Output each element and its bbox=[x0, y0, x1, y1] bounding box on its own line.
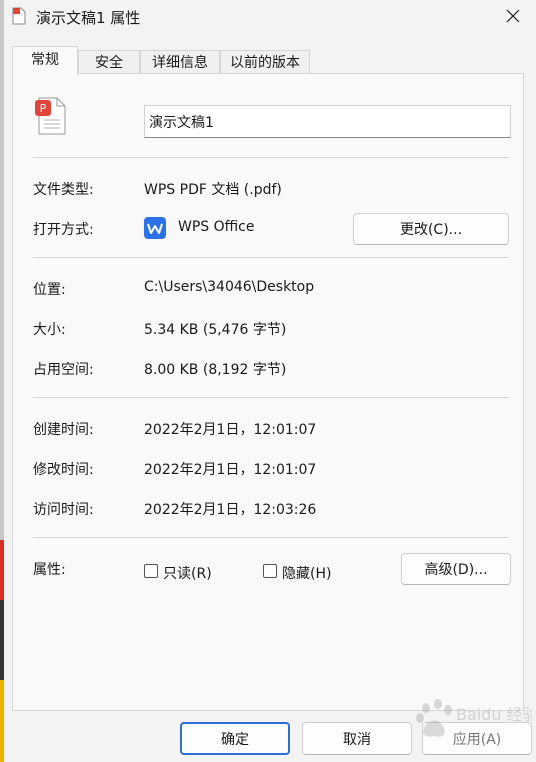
title-bar: 演示文稿1 属性 bbox=[0, 0, 536, 34]
accessed-label: 访问时间: bbox=[33, 502, 94, 518]
file-name-input[interactable] bbox=[144, 105, 511, 138]
created-value: 2022年2月1日，12:01:07 bbox=[144, 422, 317, 438]
size-on-disk-value: 8.00 KB (8,192 字节) bbox=[144, 362, 287, 378]
size-on-disk-label: 占用空间: bbox=[33, 362, 94, 378]
location-label: 位置: bbox=[33, 282, 66, 298]
hidden-label[interactable]: 隐藏(H) bbox=[282, 563, 331, 583]
pdf-file-icon: P bbox=[35, 97, 66, 135]
separator bbox=[33, 257, 509, 258]
opens-with-value: WPS Office bbox=[178, 219, 255, 235]
readonly-label[interactable]: 只读(R) bbox=[163, 563, 212, 583]
separator bbox=[33, 397, 509, 398]
cancel-button[interactable]: 取消 bbox=[302, 722, 412, 755]
modified-value: 2022年2月1日，12:01:07 bbox=[144, 462, 317, 478]
separator bbox=[33, 537, 509, 538]
wps-office-icon bbox=[144, 217, 166, 239]
modified-label: 修改时间: bbox=[33, 462, 94, 478]
document-icon bbox=[12, 7, 26, 25]
baidu-watermark-logo: Baidu 经验 bbox=[416, 699, 532, 737]
opens-with-label: 打开方式: bbox=[33, 222, 94, 238]
size-value: 5.34 KB (5,476 字节) bbox=[144, 322, 287, 338]
file-type-label: 文件类型: bbox=[33, 182, 94, 198]
advanced-button[interactable]: 高级(D)... bbox=[401, 553, 511, 585]
accessed-value: 2022年2月1日，12:03:26 bbox=[144, 502, 317, 518]
location-value: C:\Users\34046\Desktop bbox=[144, 279, 315, 295]
general-panel bbox=[12, 73, 524, 711]
watermark-text: Baidu 经验 bbox=[456, 705, 532, 724]
size-label: 大小: bbox=[33, 322, 66, 338]
window-title: 演示文稿1 属性 bbox=[36, 9, 141, 27]
tab-details[interactable]: 详细信息 bbox=[140, 50, 220, 74]
hidden-checkbox[interactable] bbox=[263, 564, 277, 578]
file-type-value: WPS PDF 文档 (.pdf) bbox=[144, 182, 282, 198]
change-button[interactable]: 更改(C)... bbox=[353, 213, 509, 245]
tab-previous-versions[interactable]: 以前的版本 bbox=[220, 50, 310, 74]
tab-general[interactable]: 常规 bbox=[12, 46, 78, 75]
ok-button[interactable]: 确定 bbox=[180, 722, 290, 755]
close-button[interactable] bbox=[490, 0, 536, 32]
background-edge-strip bbox=[0, 0, 4, 762]
created-label: 创建时间: bbox=[33, 422, 94, 438]
close-icon bbox=[506, 9, 520, 23]
svg-text:P: P bbox=[40, 102, 47, 115]
tab-security[interactable]: 安全 bbox=[78, 50, 140, 74]
separator bbox=[33, 157, 509, 158]
attributes-label: 属性: bbox=[33, 562, 66, 578]
readonly-checkbox[interactable] bbox=[144, 564, 158, 578]
